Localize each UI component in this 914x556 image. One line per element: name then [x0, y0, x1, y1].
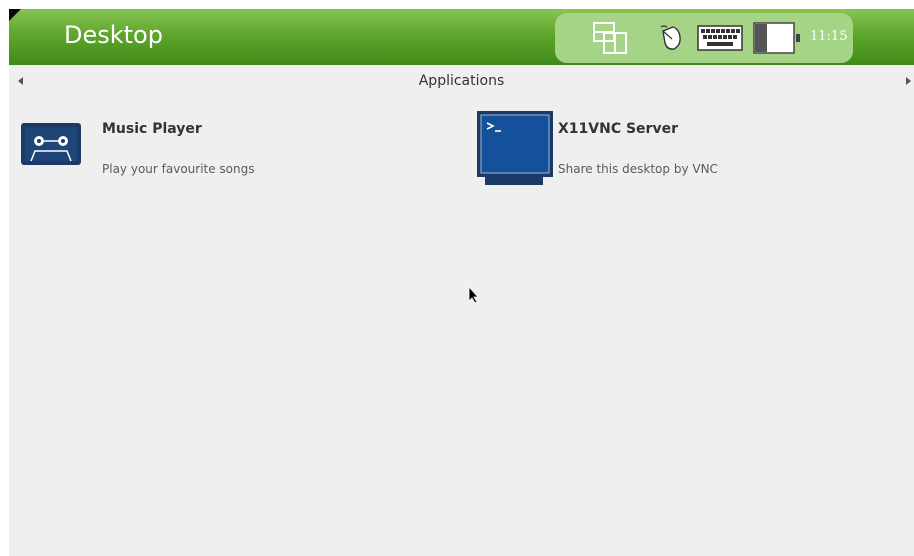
app-name: X11VNC Server: [558, 121, 678, 137]
app-description: Share this desktop by VNC: [558, 162, 718, 176]
app-music-player[interactable]: Music Player Play your favourite songs: [19, 111, 419, 191]
app-x11vnc-server[interactable]: X11VNC Server Share this desktop by VNC: [475, 111, 905, 191]
app-description: Play your favourite songs: [102, 162, 255, 176]
clock[interactable]: 11:15: [810, 28, 847, 46]
top-bar: Desktop 11:15: [9, 9, 914, 65]
battery-icon[interactable]: [753, 22, 803, 54]
system-tray: 11:15: [555, 13, 853, 63]
windows-icon[interactable]: [592, 21, 628, 55]
app-name: Music Player: [102, 121, 202, 137]
keyboard-icon[interactable]: [697, 25, 743, 51]
page-title: Desktop: [64, 21, 163, 49]
section-title: Applications: [418, 73, 505, 89]
terminal-monitor-icon: [477, 111, 553, 187]
section-header: Applications: [9, 67, 914, 97]
mouse-icon[interactable]: [659, 25, 683, 51]
scroll-right-arrow[interactable]: [906, 77, 911, 85]
corner-marker: [9, 9, 21, 21]
mouse-pointer-icon: [468, 285, 480, 304]
cassette-icon: [21, 123, 81, 165]
desktop-screen: Desktop 11:15 Applications Music Player …: [9, 9, 914, 556]
